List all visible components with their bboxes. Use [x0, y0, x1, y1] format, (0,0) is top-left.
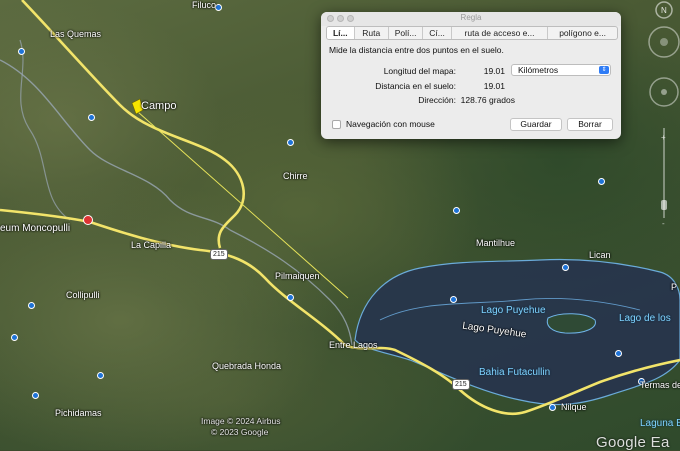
poi-marker[interactable]	[97, 372, 104, 379]
poi-marker[interactable]	[615, 350, 622, 357]
move-joystick-icon	[649, 77, 679, 107]
place-label: Lican	[589, 250, 611, 260]
place-label: eum Moncopulli	[0, 223, 71, 234]
place-label: Nilque	[561, 402, 587, 412]
place-label: Collipulli	[66, 290, 100, 300]
lake-island	[546, 313, 596, 334]
place-label: Entre Lagos	[329, 340, 378, 350]
place-label: Pilmaiquen	[275, 271, 320, 281]
place-label: Quebrada Honda	[212, 361, 282, 371]
poi-marker[interactable]	[28, 302, 35, 309]
place-label: P	[671, 282, 678, 292]
poi-marker[interactable]	[598, 178, 605, 185]
ruler-dialog: Regla Lí... Ruta Polí... Cí... ruta de a…	[321, 12, 621, 139]
tab-3d-path[interactable]: ruta de acceso e...	[452, 27, 549, 39]
svg-text:N: N	[661, 6, 667, 15]
tab-path[interactable]: Ruta	[355, 27, 389, 39]
chevron-updown-icon: ⇕	[599, 66, 609, 74]
compass-icon: N	[655, 1, 673, 19]
poi-marker[interactable]	[287, 294, 294, 301]
river	[19, 39, 71, 221]
poi-marker[interactable]	[18, 48, 25, 55]
lake-label: Lago Puyehue	[481, 305, 546, 316]
ground-length-label: Distancia en el suelo:	[375, 81, 456, 91]
units-selected-value: Kilómetros	[518, 65, 559, 75]
mouse-navigation-checkbox[interactable]	[332, 120, 341, 129]
map-length-label: Longitud del mapa:	[383, 66, 456, 76]
look-joystick-icon	[648, 26, 680, 58]
svg-text:+: +	[661, 133, 666, 142]
museum-marker	[83, 215, 93, 225]
tab-3d-polygon[interactable]: polígono e...	[548, 27, 617, 39]
clear-button[interactable]: Borrar	[567, 118, 613, 131]
lake-label: Bahia Futacullin	[479, 367, 551, 378]
route-shield: 215	[210, 249, 228, 260]
poi-marker[interactable]	[11, 334, 18, 341]
ruler-description: Mide la distancia entre dos puntos en el…	[329, 45, 504, 55]
tab-circle[interactable]: Cí...	[423, 27, 452, 39]
poi-marker[interactable]	[88, 114, 95, 121]
tab-polygon[interactable]: Polí...	[389, 27, 424, 39]
dialog-titlebar[interactable]: Regla	[321, 12, 621, 26]
place-label: Filuco	[192, 0, 217, 10]
copyright-credit: © 2023 Google	[211, 427, 269, 437]
save-button[interactable]: Guardar	[510, 118, 562, 131]
poi-marker[interactable]	[287, 139, 294, 146]
lake-label: Laguna B	[640, 418, 680, 429]
tab-line[interactable]: Lí...	[327, 27, 355, 39]
zoom-slider-icon: + -	[661, 128, 667, 228]
poi-marker[interactable]	[453, 207, 460, 214]
place-label: Chirre	[283, 171, 308, 181]
route-shield: 215	[452, 379, 470, 390]
lake-label: Lago de los	[619, 313, 671, 324]
poi-marker[interactable]	[450, 296, 457, 303]
place-label: Pichidamas	[55, 408, 102, 418]
ruler-tabs: Lí... Ruta Polí... Cí... ruta de acceso …	[326, 26, 618, 40]
svg-text:-: -	[662, 219, 665, 228]
imagery-credit: Image © 2024 Airbus	[201, 416, 281, 426]
place-label: La Capilla	[131, 240, 172, 250]
ground-length-value: 19.01	[483, 81, 505, 91]
place-label: Mantilhue	[476, 238, 516, 248]
google-earth-logo: Google Ea	[596, 434, 670, 451]
map-length-value: 19.01	[483, 66, 505, 76]
poi-marker[interactable]	[549, 404, 556, 411]
navigation-controls: N + -	[630, 0, 680, 240]
mouse-navigation-label: Navegación con mouse	[346, 119, 435, 129]
place-label: Termas de	[640, 380, 680, 390]
poi-marker[interactable]	[32, 392, 39, 399]
poi-marker[interactable]	[562, 264, 569, 271]
poi-marker[interactable]	[215, 4, 222, 11]
place-label: Las Quemas	[50, 29, 102, 39]
units-select[interactable]: Kilómetros ⇕	[511, 64, 611, 76]
direction-value: 128.76 grados	[460, 95, 515, 105]
dialog-title: Regla	[460, 13, 482, 22]
compass-and-zoom: N + -	[648, 1, 680, 228]
place-label: Campo	[141, 100, 177, 112]
